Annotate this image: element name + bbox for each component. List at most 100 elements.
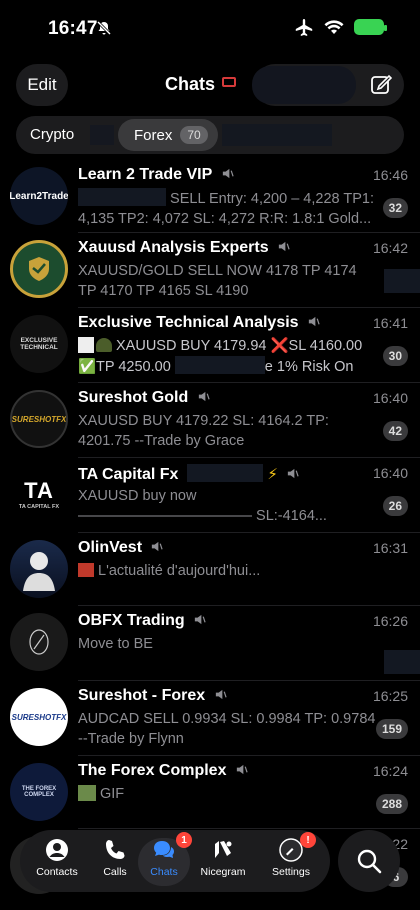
unread-badge: 159 bbox=[375, 719, 408, 739]
chat-preview-text: L'actualité d'aujourd'hui... bbox=[98, 563, 261, 579]
chat-preview: XAUUSD buy now ———————————— SL:-4164... bbox=[78, 486, 378, 526]
chat-preview-text: GIF bbox=[100, 786, 125, 802]
unread-badge: 30 bbox=[382, 346, 408, 366]
redacted-block bbox=[222, 124, 332, 146]
tab-label: Chats bbox=[150, 866, 178, 878]
search-icon bbox=[357, 849, 382, 874]
tab-label: Contacts bbox=[36, 866, 78, 878]
chat-preview: L'actualité d'aujourd'hui... bbox=[78, 561, 378, 581]
chat-time: 16:25 bbox=[372, 688, 408, 704]
edit-button[interactable]: Edit bbox=[16, 64, 68, 106]
tab-settings[interactable]: Settings ! bbox=[260, 832, 322, 886]
avatar: THE FOREX COMPLEX bbox=[10, 763, 68, 821]
muted-icon bbox=[152, 541, 164, 552]
tab-badge: ! bbox=[300, 832, 316, 848]
chat-bubbles-icon bbox=[154, 841, 174, 858]
redacted-block bbox=[78, 188, 166, 206]
muted-icon bbox=[222, 168, 234, 179]
chat-name: Exclusive Technical Analysis bbox=[78, 314, 299, 331]
status-bar: 16:47 bbox=[0, 0, 420, 56]
chat-name: Sureshot - Forex bbox=[78, 687, 206, 704]
chat-preview: Move to BE bbox=[78, 636, 153, 652]
page-title-text: Chats bbox=[164, 74, 215, 94]
chat-row[interactable]: SURESHOTFX Sureshot - Forex 16:25 AUDCAD… bbox=[0, 681, 420, 756]
chat-row[interactable]: EXCLUSIVE TECHNICAL Exclusive Technical … bbox=[0, 308, 420, 383]
redacted-block bbox=[186, 464, 263, 482]
muted-icon bbox=[215, 689, 227, 700]
folder-tabs: Crypto Forex 70 bbox=[16, 116, 404, 154]
chat-row[interactable]: OBFX Trading 16:26 Move to BE bbox=[0, 606, 420, 681]
avatar-text: Learn2Trade bbox=[10, 190, 68, 202]
tab-nicegram[interactable]: Nicegram bbox=[192, 838, 254, 886]
avatar-subtext: TA CAPITAL FX bbox=[18, 504, 60, 510]
redacted-block bbox=[252, 66, 356, 104]
avatar-text: SURESHOTFX bbox=[11, 712, 67, 722]
unread-badge: 288 bbox=[375, 794, 408, 814]
chat-preview: SELL Entry: 4,200 – 4,228 TP1: 4,135 TP2… bbox=[78, 188, 378, 228]
chat-time: 16:40 bbox=[372, 465, 408, 481]
person-photo-icon bbox=[23, 552, 55, 591]
compose-icon[interactable] bbox=[370, 73, 392, 95]
chat-row[interactable]: Xauusd Analysis Experts 16:42 XAUUSD/GOL… bbox=[0, 233, 420, 308]
muted-icon bbox=[308, 316, 320, 327]
tab-forex-count: 70 bbox=[180, 126, 208, 144]
tab-contacts[interactable]: Contacts bbox=[26, 838, 88, 886]
avatar-text: EXCLUSIVE TECHNICAL bbox=[20, 337, 58, 351]
tab-forex[interactable]: Forex 70 bbox=[118, 119, 218, 151]
search-button[interactable] bbox=[338, 830, 400, 892]
tab-chats[interactable]: Chats 1 bbox=[138, 832, 192, 886]
redacted-block bbox=[90, 125, 114, 145]
chat-name: Learn 2 Trade VIP bbox=[78, 166, 213, 183]
monogram-logo-icon bbox=[29, 629, 49, 655]
lightning-icon: ⚡ bbox=[267, 466, 278, 483]
chat-row[interactable]: Learn2Trade Learn 2 Trade VIP 16:46 SELL… bbox=[0, 160, 420, 233]
person-circle-icon bbox=[46, 839, 68, 861]
chat-time: 16:41 bbox=[372, 315, 408, 331]
tab-badge: 1 bbox=[176, 832, 192, 848]
chat-row[interactable]: THE FOREX COMPLEX The Forex Complex 16:2… bbox=[0, 756, 420, 829]
muted-icon bbox=[194, 614, 206, 625]
chat-preview-line2: ———————————— SL:-4164... bbox=[78, 508, 327, 524]
chat-preview: AUDCAD SELL 0.9934 SL: 0.9984 TP: 0.9784… bbox=[78, 711, 376, 747]
tab-label: Calls bbox=[103, 866, 127, 878]
helmet-icon bbox=[96, 338, 112, 352]
chat-row[interactable]: OlinVest 16:31 L'actualité d'aujourd'hui… bbox=[0, 533, 420, 606]
tab-bar: Contacts Calls Chats 1 Nicegram Settings… bbox=[20, 830, 330, 892]
chat-name: OBFX Trading bbox=[78, 612, 185, 629]
chat-preview: GIF bbox=[78, 784, 378, 804]
chat-name: Sureshot Gold bbox=[78, 389, 189, 406]
avatar: SURESHOTFX bbox=[10, 688, 68, 746]
flag-thumb-icon bbox=[78, 563, 94, 577]
unread-badge: 42 bbox=[382, 421, 408, 441]
unread-badge: 32 bbox=[382, 198, 408, 218]
bell-off-icon bbox=[96, 20, 112, 36]
avatar: EXCLUSIVE TECHNICAL bbox=[10, 315, 68, 373]
wifi-icon bbox=[324, 20, 344, 34]
chat-preview-line1: XAUUSD buy now bbox=[78, 488, 197, 504]
chat-time: 16:42 bbox=[372, 240, 408, 256]
chat-name: TA Capital Fx bbox=[78, 466, 179, 483]
muted-icon bbox=[288, 468, 300, 479]
nicegram-logo-icon bbox=[215, 841, 232, 858]
avatar: SURESHOTFX bbox=[10, 390, 68, 448]
tab-crypto[interactable]: Crypto bbox=[30, 126, 74, 143]
gif-thumb-icon bbox=[78, 785, 96, 801]
avatar bbox=[10, 613, 68, 671]
chat-row[interactable]: SURESHOTFX Sureshot Gold 16:40 XAUUSD BU… bbox=[0, 383, 420, 458]
chat-row[interactable]: TA TA CAPITAL FX TA Capital Fx ⚡ 16:40 X… bbox=[0, 458, 420, 533]
chat-time: 16:31 bbox=[372, 540, 408, 556]
chat-preview: XAUUSD BUY 4179.94 ❌SL 4160.00 ✅TP 4250.… bbox=[78, 336, 378, 376]
airplane-icon bbox=[295, 19, 313, 36]
status-time: 16:47 bbox=[48, 18, 98, 39]
avatar bbox=[10, 540, 68, 598]
tab-calls[interactable]: Calls bbox=[84, 838, 146, 886]
chat-name: OlinVest bbox=[78, 539, 143, 556]
chat-time: 16:46 bbox=[372, 167, 408, 183]
muted-icon bbox=[198, 391, 210, 402]
unread-badge: 26 bbox=[382, 496, 408, 516]
tab-label: Nicegram bbox=[200, 866, 246, 878]
avatar-text: SURESHOTFX bbox=[11, 414, 67, 424]
chat-preview-line1: XAUUSD BUY 4179.94 ❌SL 4160.00 bbox=[116, 338, 363, 354]
status-indicator-icon bbox=[222, 77, 236, 87]
muted-icon bbox=[236, 764, 248, 775]
